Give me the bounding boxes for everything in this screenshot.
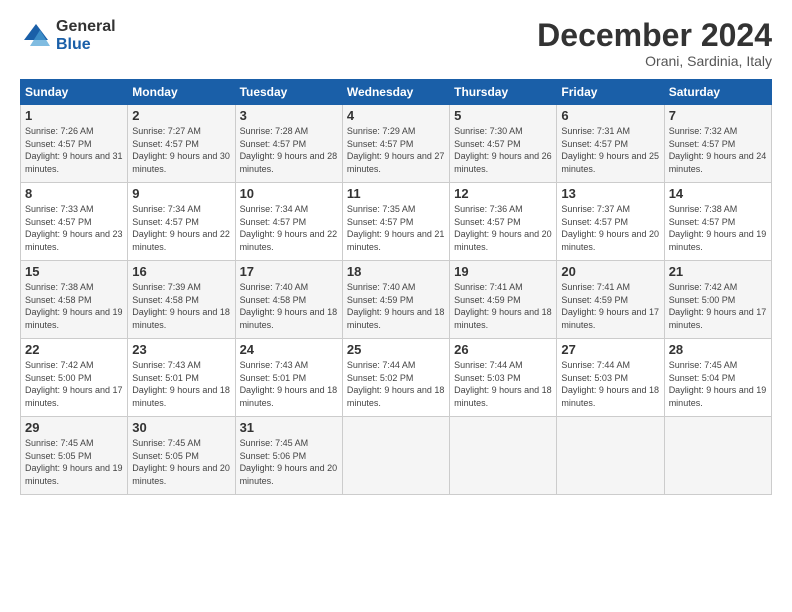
calendar-cell: 19Sunrise: 7:41 AMSunset: 4:59 PMDayligh… (450, 261, 557, 339)
header: General Blue December 2024 Orani, Sardin… (20, 18, 772, 69)
calendar-cell: 7Sunrise: 7:32 AMSunset: 4:57 PMDaylight… (664, 105, 771, 183)
calendar-cell: 11Sunrise: 7:35 AMSunset: 4:57 PMDayligh… (342, 183, 449, 261)
calendar-cell: 23Sunrise: 7:43 AMSunset: 5:01 PMDayligh… (128, 339, 235, 417)
col-sunday: Sunday (21, 80, 128, 105)
col-wednesday: Wednesday (342, 80, 449, 105)
col-tuesday: Tuesday (235, 80, 342, 105)
calendar-cell: 26Sunrise: 7:44 AMSunset: 5:03 PMDayligh… (450, 339, 557, 417)
calendar-cell: 31Sunrise: 7:45 AMSunset: 5:06 PMDayligh… (235, 417, 342, 495)
col-monday: Monday (128, 80, 235, 105)
title-block: December 2024 Orani, Sardinia, Italy (537, 18, 772, 69)
location: Orani, Sardinia, Italy (537, 53, 772, 69)
logo: General Blue (20, 18, 116, 53)
calendar-week-2: 8Sunrise: 7:33 AMSunset: 4:57 PMDaylight… (21, 183, 772, 261)
calendar-cell: 27Sunrise: 7:44 AMSunset: 5:03 PMDayligh… (557, 339, 664, 417)
calendar-cell: 22Sunrise: 7:42 AMSunset: 5:00 PMDayligh… (21, 339, 128, 417)
calendar-cell: 8Sunrise: 7:33 AMSunset: 4:57 PMDaylight… (21, 183, 128, 261)
calendar-table: Sunday Monday Tuesday Wednesday Thursday… (20, 79, 772, 495)
logo-text: General Blue (56, 18, 116, 53)
calendar-cell: 13Sunrise: 7:37 AMSunset: 4:57 PMDayligh… (557, 183, 664, 261)
calendar-cell: 5Sunrise: 7:30 AMSunset: 4:57 PMDaylight… (450, 105, 557, 183)
calendar-week-3: 15Sunrise: 7:38 AMSunset: 4:58 PMDayligh… (21, 261, 772, 339)
col-saturday: Saturday (664, 80, 771, 105)
calendar-cell: 14Sunrise: 7:38 AMSunset: 4:57 PMDayligh… (664, 183, 771, 261)
calendar-cell: 28Sunrise: 7:45 AMSunset: 5:04 PMDayligh… (664, 339, 771, 417)
calendar-cell: 12Sunrise: 7:36 AMSunset: 4:57 PMDayligh… (450, 183, 557, 261)
calendar-cell: 17Sunrise: 7:40 AMSunset: 4:58 PMDayligh… (235, 261, 342, 339)
calendar-cell (557, 417, 664, 495)
col-thursday: Thursday (450, 80, 557, 105)
calendar-week-5: 29Sunrise: 7:45 AMSunset: 5:05 PMDayligh… (21, 417, 772, 495)
calendar-cell: 6Sunrise: 7:31 AMSunset: 4:57 PMDaylight… (557, 105, 664, 183)
calendar-cell: 21Sunrise: 7:42 AMSunset: 5:00 PMDayligh… (664, 261, 771, 339)
calendar-cell: 16Sunrise: 7:39 AMSunset: 4:58 PMDayligh… (128, 261, 235, 339)
col-friday: Friday (557, 80, 664, 105)
calendar-cell: 1Sunrise: 7:26 AMSunset: 4:57 PMDaylight… (21, 105, 128, 183)
calendar-cell: 25Sunrise: 7:44 AMSunset: 5:02 PMDayligh… (342, 339, 449, 417)
page: General Blue December 2024 Orani, Sardin… (0, 0, 792, 612)
calendar-week-4: 22Sunrise: 7:42 AMSunset: 5:00 PMDayligh… (21, 339, 772, 417)
calendar-cell: 3Sunrise: 7:28 AMSunset: 4:57 PMDaylight… (235, 105, 342, 183)
calendar-cell: 18Sunrise: 7:40 AMSunset: 4:59 PMDayligh… (342, 261, 449, 339)
calendar-cell: 29Sunrise: 7:45 AMSunset: 5:05 PMDayligh… (21, 417, 128, 495)
calendar-cell (450, 417, 557, 495)
header-row: Sunday Monday Tuesday Wednesday Thursday… (21, 80, 772, 105)
calendar-week-1: 1Sunrise: 7:26 AMSunset: 4:57 PMDaylight… (21, 105, 772, 183)
month-title: December 2024 (537, 18, 772, 53)
calendar-cell: 9Sunrise: 7:34 AMSunset: 4:57 PMDaylight… (128, 183, 235, 261)
calendar-cell: 4Sunrise: 7:29 AMSunset: 4:57 PMDaylight… (342, 105, 449, 183)
logo-blue-text: Blue (56, 36, 116, 54)
calendar-cell: 20Sunrise: 7:41 AMSunset: 4:59 PMDayligh… (557, 261, 664, 339)
logo-general-text: General (56, 18, 116, 36)
calendar-cell: 30Sunrise: 7:45 AMSunset: 5:05 PMDayligh… (128, 417, 235, 495)
calendar-cell: 24Sunrise: 7:43 AMSunset: 5:01 PMDayligh… (235, 339, 342, 417)
calendar-cell (342, 417, 449, 495)
calendar-cell: 15Sunrise: 7:38 AMSunset: 4:58 PMDayligh… (21, 261, 128, 339)
calendar-cell: 2Sunrise: 7:27 AMSunset: 4:57 PMDaylight… (128, 105, 235, 183)
calendar-body: 1Sunrise: 7:26 AMSunset: 4:57 PMDaylight… (21, 105, 772, 495)
calendar-cell: 10Sunrise: 7:34 AMSunset: 4:57 PMDayligh… (235, 183, 342, 261)
logo-icon (20, 20, 52, 52)
calendar-cell (664, 417, 771, 495)
